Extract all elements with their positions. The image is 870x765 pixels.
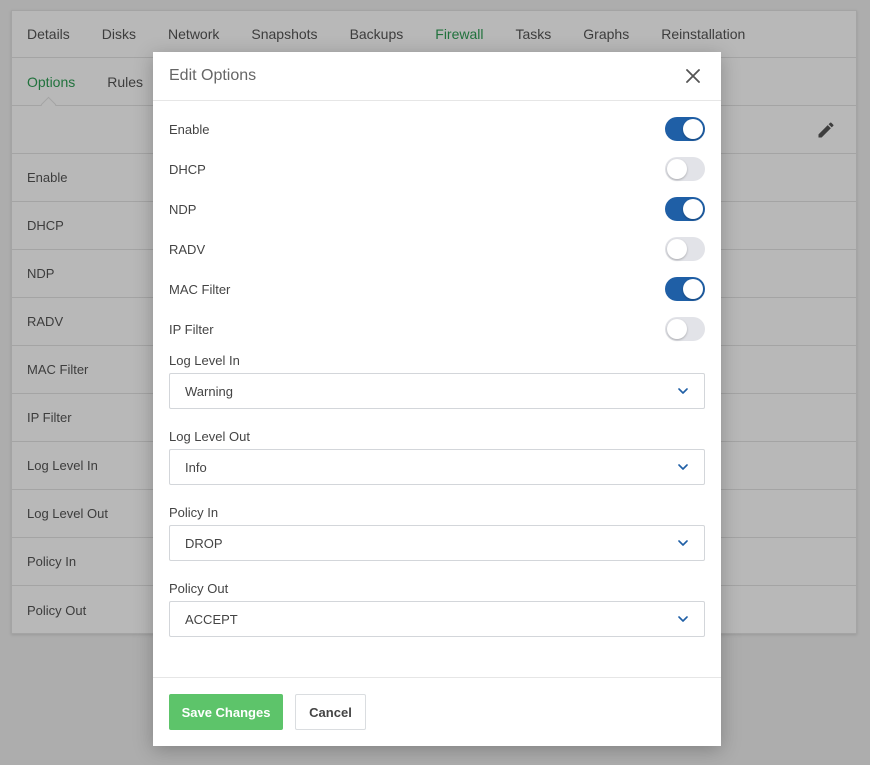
chevron-down-icon (677, 613, 689, 625)
select-value: ACCEPT (185, 611, 238, 627)
toggle-label: NDP (169, 201, 197, 217)
select-value: Warning (185, 383, 233, 399)
ip-filter-toggle[interactable] (665, 317, 705, 341)
field-label: Policy In (169, 505, 219, 520)
toggle-knob (667, 319, 687, 339)
toggle-knob (683, 199, 703, 219)
chevron-down-icon (677, 385, 689, 397)
toggle-row-mac-filter: MAC Filter (169, 269, 705, 309)
modal-title: Edit Options (169, 67, 257, 84)
edit-options-modal: Edit Options Enable DHCP NDP RADV MAC Fi… (153, 52, 721, 746)
select-value: DROP (185, 535, 223, 551)
field-log-level-out: Log Level Out Info (169, 425, 705, 485)
mac-filter-toggle[interactable] (665, 277, 705, 301)
toggle-label: DHCP (169, 161, 206, 177)
select-value: Info (185, 459, 207, 475)
toggle-row-dhcp: DHCP (169, 149, 705, 189)
modal-body: Enable DHCP NDP RADV MAC Filter IP Filte… (153, 101, 721, 677)
field-label: Log Level In (169, 353, 240, 368)
log-level-out-select[interactable]: Info (169, 449, 705, 485)
toggle-row-radv: RADV (169, 229, 705, 269)
policy-out-select[interactable]: ACCEPT (169, 601, 705, 637)
toggle-knob (667, 159, 687, 179)
toggle-row-ip-filter: IP Filter (169, 309, 705, 349)
radv-toggle[interactable] (665, 237, 705, 261)
chevron-down-icon (677, 537, 689, 549)
toggle-label: MAC Filter (169, 281, 231, 297)
toggle-label: IP Filter (169, 321, 214, 337)
toggle-row-ndp: NDP (169, 189, 705, 229)
toggle-knob (683, 119, 703, 139)
chevron-down-icon (677, 461, 689, 473)
field-policy-out: Policy Out ACCEPT (169, 577, 705, 637)
modal-footer: Save Changes Cancel (153, 677, 721, 746)
toggle-label: RADV (169, 241, 206, 257)
toggle-knob (683, 279, 703, 299)
toggle-knob (667, 239, 687, 259)
close-icon (686, 69, 700, 83)
policy-in-select[interactable]: DROP (169, 525, 705, 561)
modal-header: Edit Options (153, 52, 721, 101)
close-button[interactable] (681, 64, 705, 88)
field-log-level-in: Log Level In Warning (169, 349, 705, 409)
field-policy-in: Policy In DROP (169, 501, 705, 561)
enable-toggle[interactable] (665, 117, 705, 141)
toggle-label: Enable (169, 121, 210, 137)
log-level-in-select[interactable]: Warning (169, 373, 705, 409)
cancel-button[interactable]: Cancel (295, 694, 366, 730)
dhcp-toggle[interactable] (665, 157, 705, 181)
field-label: Log Level Out (169, 429, 250, 444)
field-label: Policy Out (169, 581, 229, 596)
toggle-row-enable: Enable (169, 109, 705, 149)
ndp-toggle[interactable] (665, 197, 705, 221)
save-changes-button[interactable]: Save Changes (169, 694, 283, 730)
